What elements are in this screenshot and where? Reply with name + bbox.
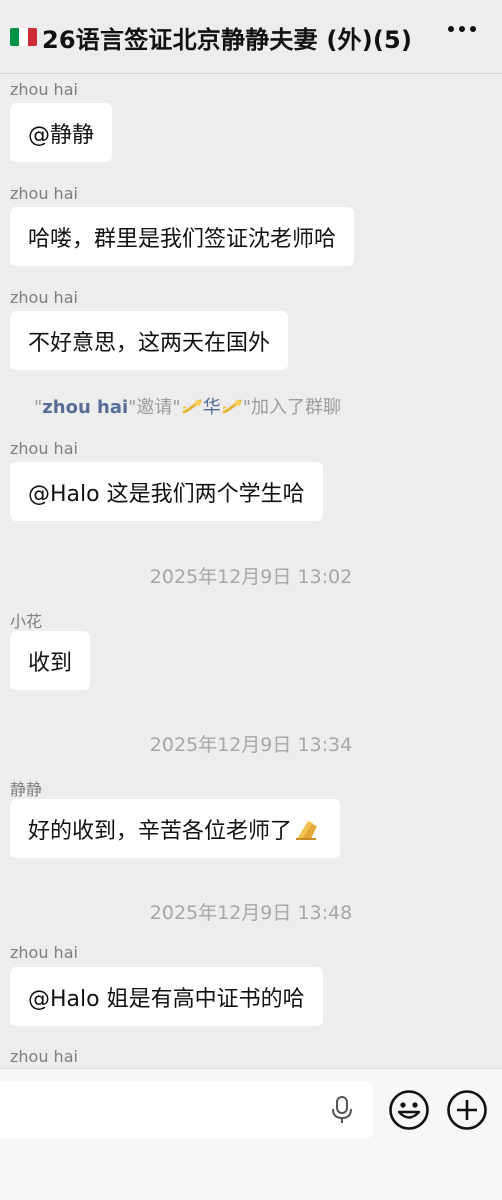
message-input[interactable] [0, 1081, 373, 1139]
message-list[interactable]: zhou hai @静静 zhou hai 哈喽，群里是我们签证沈老师哈 zho… [0, 74, 502, 1068]
dizzy-emoji-icon [182, 399, 202, 414]
microphone-icon[interactable] [330, 1095, 354, 1125]
message-bubble[interactable]: @Halo 姐是有高中证书的哈 [10, 967, 323, 1026]
system-notice: "zhou hai"邀请" 华 "加入了群聊 [34, 397, 341, 418]
message-text: 好的收到，辛苦各位老师了 [28, 818, 293, 844]
message-bubble[interactable]: @Halo 这是我们两个学生哈 [10, 462, 323, 521]
invitee-name[interactable]: 华 [203, 397, 221, 418]
message-text: @静静 [28, 122, 95, 148]
plus-icon[interactable] [446, 1089, 488, 1131]
message-sender[interactable]: zhou hai [10, 288, 78, 307]
message-bubble[interactable]: 哈喽，群里是我们签证沈老师哈 [10, 207, 355, 266]
message-sender[interactable]: 静静 [10, 776, 42, 800]
message-bubble[interactable]: 不好意思，这两天在国外 [10, 311, 289, 370]
timestamp: 2025年12月9日 13:48 [149, 902, 353, 924]
message-sender[interactable]: zhou hai [10, 1047, 78, 1066]
message-sender[interactable]: 小花 [10, 608, 42, 632]
inviter-name[interactable]: zhou hai [42, 397, 128, 418]
timestamp: 2025年12月9日 13:02 [149, 566, 353, 588]
timestamp: 2025年12月9日 13:34 [149, 734, 353, 756]
emoji-icon[interactable] [388, 1089, 430, 1131]
italy-flag-icon [10, 28, 37, 46]
message-text: @Halo 这是我们两个学生哈 [28, 481, 305, 507]
message-bubble[interactable]: 好的收到，辛苦各位老师了 [10, 799, 341, 858]
message-sender[interactable]: zhou hai [10, 943, 78, 962]
message-text: @Halo 姐是有高中证书的哈 [28, 986, 305, 1012]
message-bubble[interactable]: 收到 [10, 631, 91, 690]
message-bubble[interactable]: @静静 [10, 103, 113, 162]
message-text: 不好意思，这两天在国外 [28, 330, 271, 356]
chat-title[interactable]: 26语言签证北京静静夫妻 (外)(5) [42, 20, 412, 55]
message-sender[interactable]: zhou hai [10, 439, 78, 458]
dizzy-emoji-icon [222, 399, 242, 414]
chat-header: 26语言签证北京静静夫妻 (外)(5) [0, 0, 502, 74]
message-sender[interactable]: zhou hai [10, 80, 78, 99]
input-bar [0, 1068, 502, 1200]
message-text: 收到 [28, 650, 73, 676]
message-sender[interactable]: zhou hai [10, 184, 78, 203]
folded-hands-emoji-icon [296, 820, 318, 840]
more-dots-icon[interactable] [448, 26, 476, 32]
message-text: 哈喽，群里是我们签证沈老师哈 [28, 226, 337, 252]
